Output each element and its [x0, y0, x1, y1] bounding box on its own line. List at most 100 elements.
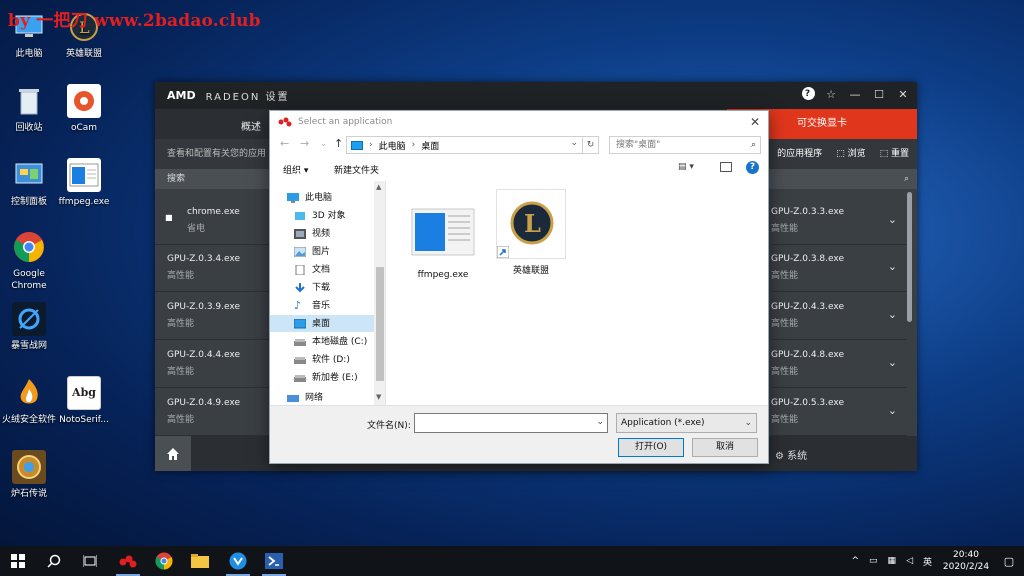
taskbar-app-powershell[interactable] [256, 546, 292, 576]
address-bar[interactable]: › 此电脑 › 桌面 ⌄ ↻ [346, 136, 599, 154]
dialog-footer: 文件名(N): ⌄ Application (*.exe) ⌄ 打开(O) 取消 [270, 405, 768, 463]
file-name: 英雄联盟 [512, 266, 549, 276]
app-row[interactable]: GPU-Z.0.5.3.exe 高性能 ⌄ [771, 390, 907, 436]
reset-button[interactable]: ⬚ 重置 [880, 139, 909, 169]
desktop-icon-hearthstone[interactable]: 炉石传说 [0, 450, 58, 500]
app-row[interactable]: GPU-Z.0.3.3.exe 高性能 ⌄ [771, 199, 907, 245]
tree-scrollbar[interactable]: ▲ ▼ [374, 181, 385, 406]
tree-item-videos[interactable]: 视频 [294, 225, 330, 243]
desktop-icon-chrome[interactable]: Google Chrome [0, 230, 58, 292]
chevron-down-icon: ⌄ [744, 418, 752, 428]
desktop-icon-ffmpeg[interactable]: ffmpeg.exe [55, 158, 113, 208]
back-arrow-icon[interactable]: ← [280, 137, 289, 150]
network-icon[interactable]: ▦ [888, 556, 897, 566]
app-row[interactable]: GPU-Z.0.4.3.exe 高性能 ⌄ [771, 294, 907, 340]
scroll-up-icon[interactable]: ▲ [376, 183, 381, 191]
home-button[interactable] [155, 436, 191, 471]
cancel-button[interactable]: 取消 [692, 438, 758, 457]
desktop-icon-recycle-bin[interactable]: 回收站 [0, 84, 58, 134]
forward-arrow-icon[interactable]: → [300, 137, 309, 150]
taskbar-app-amd[interactable] [110, 546, 146, 576]
up-arrow-icon[interactable]: ↑ [334, 137, 343, 150]
applications-text: 的应用程序 [777, 149, 823, 159]
app-row[interactable]: GPU-Z.0.4.9.exe 高性能 [155, 390, 281, 436]
volume-icon[interactable]: ◁ [906, 556, 913, 566]
chevron-down-icon[interactable]: ⌄ [888, 404, 897, 417]
breadcrumb-this-pc[interactable]: 此电脑 [379, 139, 406, 152]
drive-icon [294, 375, 306, 382]
file-type-select[interactable]: Application (*.exe) ⌄ [616, 413, 757, 433]
app-row[interactable]: ■ chrome.exe 省电 [155, 199, 281, 245]
scrollbar-thumb[interactable] [376, 267, 384, 381]
tree-item-this-pc[interactable]: 此电脑 [287, 189, 332, 207]
system-tab[interactable]: ⚙ 系统 [775, 447, 807, 462]
taskbar-app-chrome[interactable] [146, 546, 182, 576]
search-input[interactable]: 搜索"桌面" ⌕ [609, 136, 761, 154]
app-row[interactable]: GPU-Z.0.4.8.exe 高性能 ⌄ [771, 342, 907, 388]
desktop-icon-notoserif[interactable]: Abg NotoSerif... [55, 376, 113, 426]
tree-item-downloads[interactable]: 下载 [294, 279, 330, 297]
chevron-down-icon[interactable]: ⌄ [596, 417, 604, 427]
chevron-down-icon[interactable]: ⌄ [888, 213, 897, 226]
tree-item-drive-c[interactable]: 本地磁盘 (C:) [294, 333, 367, 351]
tree-item-network[interactable]: 网络 [287, 389, 323, 406]
tree-item-documents[interactable]: 文档 [294, 261, 330, 279]
view-options-icon[interactable]: ▤ ▾ [678, 162, 694, 172]
scroll-down-icon[interactable]: ▼ [376, 393, 381, 401]
file-item-ffmpeg[interactable]: ffmpeg.exe [407, 199, 479, 280]
chevron-down-icon[interactable]: ⌄ [320, 139, 327, 148]
amd-window-title: RADEON 设置 [205, 92, 290, 103]
clock[interactable]: 20:40 2020/2/24 [938, 549, 994, 573]
tree-item-desktop[interactable]: 桌面 [294, 315, 330, 333]
tree-item-pictures[interactable]: 图片 [294, 243, 330, 261]
tree-item-drive-d[interactable]: 软件 (D:) [294, 351, 350, 369]
refresh-icon[interactable]: ↻ [582, 137, 598, 153]
tab-overview[interactable]: 概述 [241, 118, 261, 133]
organize-button[interactable]: 组织 ▾ [283, 163, 308, 176]
start-button[interactable] [0, 546, 36, 576]
help-icon[interactable]: ? [802, 87, 815, 100]
taskbar-app-explorer[interactable] [182, 546, 218, 576]
file-item-lol-shortcut[interactable]: L 英雄联盟 [495, 189, 567, 276]
notification-icon[interactable]: ▢ [994, 555, 1024, 568]
search-button[interactable] [36, 546, 72, 576]
maximize-icon[interactable]: ☐ [873, 87, 887, 101]
filename-input[interactable]: ⌄ [414, 413, 608, 433]
taskbar-app-blue[interactable] [220, 546, 256, 576]
browse-button[interactable]: ⬚ 浏览 [836, 139, 865, 169]
desktop-icon-control-panel[interactable]: 控制面板 [0, 158, 58, 208]
minimize-icon[interactable]: — [849, 87, 863, 101]
tree-item-3d-objects[interactable]: 3D 对象 [294, 207, 346, 225]
desktop-icon-battlenet[interactable]: 暴雪战网 [0, 302, 58, 352]
ocam-icon [67, 84, 101, 118]
task-view-button[interactable] [72, 546, 108, 576]
close-icon[interactable]: ✕ [897, 87, 911, 101]
app-row[interactable]: GPU-Z.0.3.4.exe 高性能 [155, 246, 281, 292]
chevron-down-icon[interactable]: ⌄ [888, 308, 897, 321]
chevron-down-icon[interactable]: ⌄ [888, 356, 897, 369]
app-row[interactable]: GPU-Z.0.3.9.exe 高性能 [155, 294, 281, 340]
desktop-icon-huorong[interactable]: 火绒安全软件 [0, 376, 58, 426]
breadcrumb-desktop[interactable]: 桌面 [421, 139, 439, 152]
battery-icon[interactable]: ▭ [869, 556, 878, 566]
app-icon [229, 552, 247, 570]
tree-item-music[interactable]: ♪ 音乐 [294, 297, 330, 315]
chevron-down-icon[interactable]: ⌄ [570, 138, 578, 148]
app-row[interactable]: GPU-Z.0.4.4.exe 高性能 [155, 342, 281, 388]
ime-indicator[interactable]: 英 [923, 555, 932, 568]
chevron-up-icon[interactable]: ^ [851, 556, 859, 566]
recycle-bin-icon [12, 84, 46, 118]
tree-item-drive-e[interactable]: 新加卷 (E:) [294, 369, 358, 387]
open-button[interactable]: 打开(O) [618, 438, 684, 457]
dialog-titlebar: Select an application ✕ [270, 111, 768, 133]
preview-pane-icon[interactable] [720, 162, 732, 172]
desktop-icon-ocam[interactable]: oCam [55, 84, 113, 134]
star-icon[interactable]: ☆ [825, 87, 839, 101]
app-row[interactable]: GPU-Z.0.3.8.exe 高性能 ⌄ [771, 246, 907, 292]
new-folder-button[interactable]: 新建文件夹 [334, 163, 379, 176]
amd-scrollbar[interactable] [907, 192, 912, 322]
help-icon[interactable]: ? [746, 161, 759, 174]
documents-icon [295, 265, 305, 275]
close-icon[interactable]: ✕ [750, 115, 760, 129]
chevron-down-icon[interactable]: ⌄ [888, 260, 897, 273]
